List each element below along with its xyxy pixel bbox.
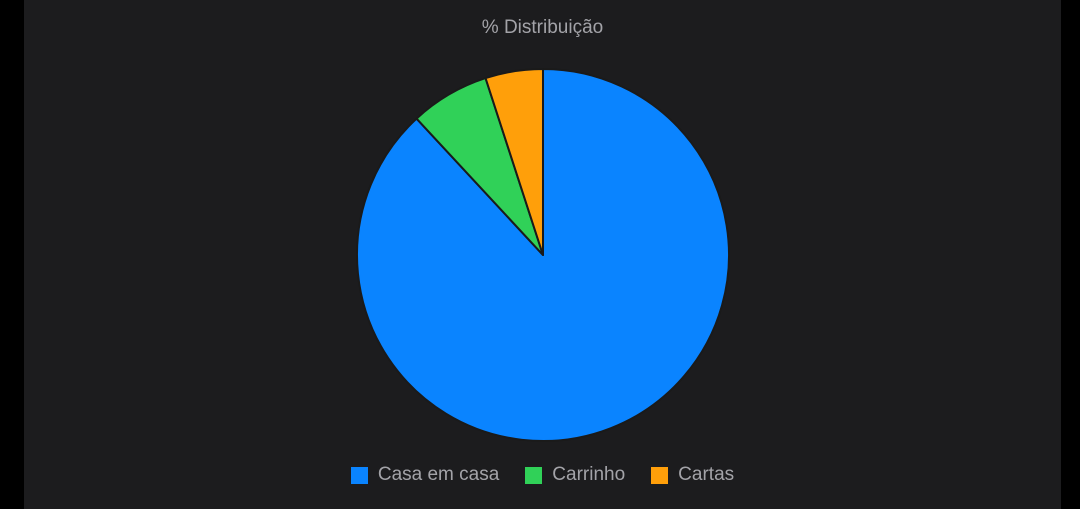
legend-item-casa-em-casa[interactable]: Casa em casa <box>350 464 500 486</box>
legend-item-carrinho[interactable]: Carrinho <box>525 464 625 486</box>
legend-label: Carrinho <box>552 464 626 485</box>
legend-item-cartas[interactable]: Cartas <box>651 464 734 486</box>
pie-chart <box>356 68 730 442</box>
legend-label: Casa em casa <box>377 464 500 485</box>
legend-label: Cartas <box>678 464 735 485</box>
chart-panel: % Distribuição Casa em casa Carrinho Car… <box>24 0 1061 509</box>
legend-swatch-cartas <box>651 466 669 484</box>
pie-slices <box>356 68 730 442</box>
legend-swatch-carrinho <box>525 466 543 484</box>
legend-swatch-casa-em-casa <box>350 466 368 484</box>
chart-legend: Casa em casa Carrinho Cartas <box>24 464 1061 486</box>
